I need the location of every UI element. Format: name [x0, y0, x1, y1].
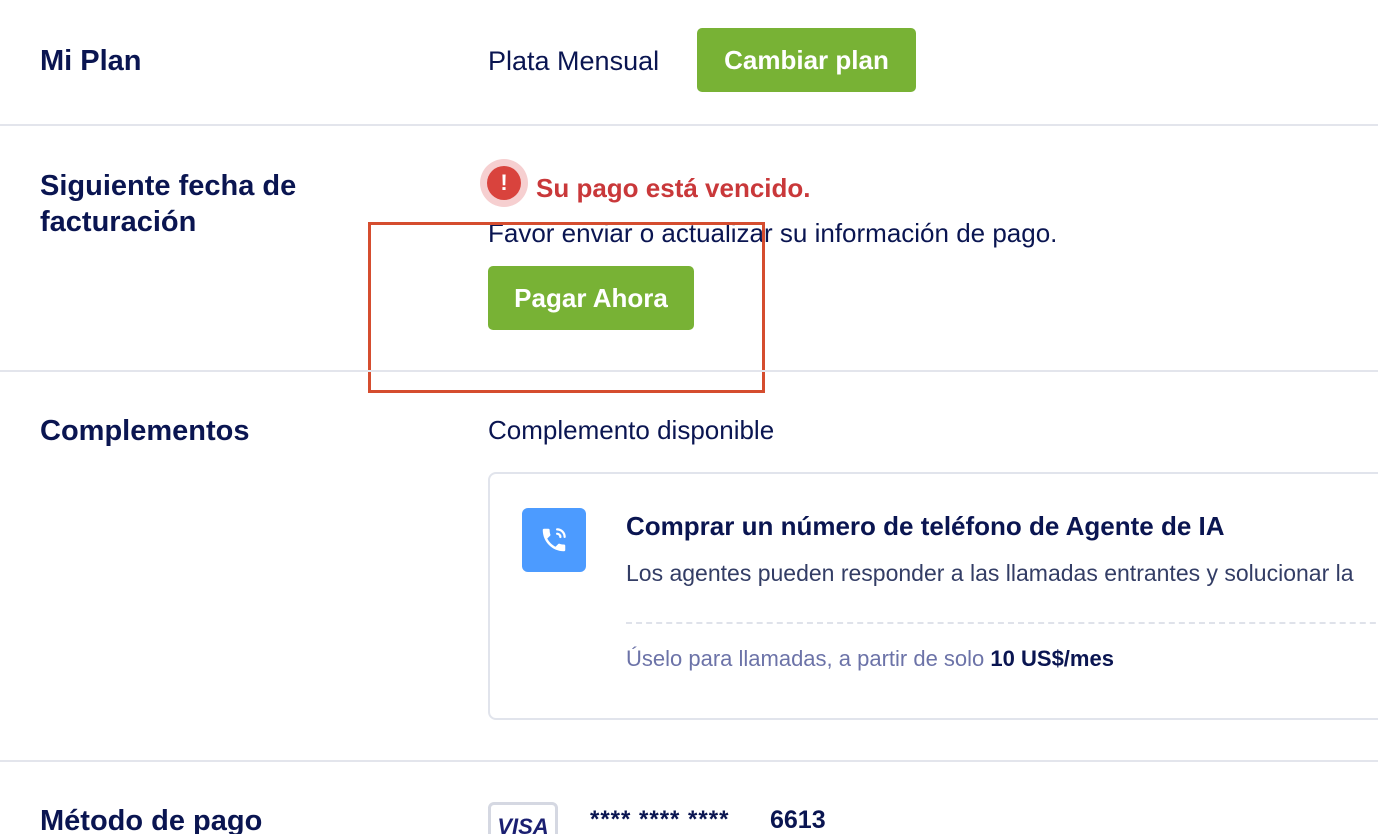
payment-method-section: Método de pago VISA **** **** **** 6613 — [0, 762, 1378, 834]
addon-price-prefix: Úselo para llamadas, a partir de solo — [626, 646, 991, 671]
billing-date-section: Siguiente fecha de facturación ! Su pago… — [0, 125, 1378, 393]
plan-label: Mi Plan — [40, 45, 142, 77]
dashed-divider — [626, 622, 1378, 624]
addon-title: Comprar un número de teléfono de Agente … — [626, 511, 1225, 541]
addons-label: Complementos — [40, 415, 250, 447]
addon-description: Los agentes pueden responder a las llama… — [626, 560, 1354, 586]
payment-method-label: Método de pago — [40, 805, 263, 834]
highlight-box — [368, 222, 765, 393]
plan-name: Plata Mensual — [488, 46, 660, 76]
billing-page: Mi Plan Plata Mensual Cambiar plan Sigui… — [0, 0, 1378, 834]
addon-card-ai-phone[interactable]: Comprar un número de teléfono de Agente … — [488, 472, 1378, 720]
addon-price: Úselo para llamadas, a partir de solo 10… — [626, 644, 1114, 674]
addons-section: Complementos Complemento disponible Comp… — [0, 370, 1378, 760]
card-number-masked: **** **** **** — [590, 806, 730, 833]
visa-card-icon: VISA — [488, 802, 558, 834]
plan-section: Mi Plan Plata Mensual Cambiar plan — [0, 0, 1378, 125]
phone-call-icon — [522, 508, 586, 572]
alert-icon: ! — [480, 159, 528, 207]
billing-date-label: Siguiente fecha de facturación — [40, 170, 297, 238]
addon-available-text: Complemento disponible — [488, 415, 775, 445]
addon-price-value: 10 US$/mes — [990, 646, 1114, 671]
change-plan-button[interactable]: Cambiar plan — [697, 28, 916, 92]
card-last-four: 6613 — [770, 806, 826, 834]
payment-overdue-title: Su pago está vencido. — [536, 173, 811, 203]
